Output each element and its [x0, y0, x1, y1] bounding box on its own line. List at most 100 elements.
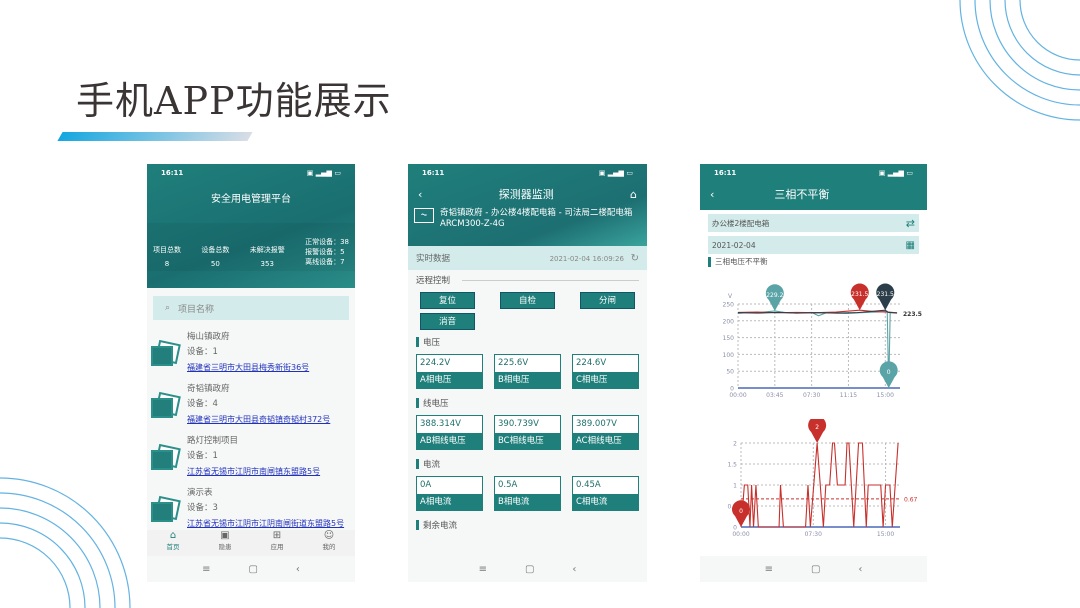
system-nav-bar: ≡ ▢ ‹ — [700, 556, 927, 582]
section-heading: 线电压 — [408, 393, 647, 413]
home-square-icon[interactable]: ▢ — [248, 564, 257, 575]
section-heading: 剩余电流 — [408, 515, 647, 535]
device-value: 办公楼2楼配电箱 — [712, 218, 769, 229]
x-tick-label: 00:00 — [729, 392, 746, 399]
home-square-icon[interactable]: ▢ — [525, 564, 534, 575]
y-tick-label: 100 — [723, 352, 735, 359]
reset-button[interactable]: 复位 — [420, 292, 475, 309]
status-normal: 正常设备：38 — [305, 237, 349, 247]
reading-label: A相电压 — [417, 372, 482, 388]
section-heading: 电流 — [408, 454, 647, 474]
menu-icon[interactable]: ≡ — [765, 564, 773, 575]
search-input[interactable]: ⌕ 项目名称 — [153, 296, 349, 320]
screen-title: 三相不平衡 — [774, 186, 829, 202]
tab-hazards[interactable]: ▣隐患 — [219, 530, 232, 556]
project-device-count: 设备：4 — [187, 397, 330, 412]
reading-value: 224.2V — [417, 355, 482, 372]
voltage-chart: 05010015020025000:0003:4507:3011:1515:00… — [700, 282, 927, 402]
back-icon[interactable]: ‹ — [858, 564, 862, 575]
decorative-arc — [990, 0, 1080, 90]
timestamp: 2021-02-04 16:09:26 — [550, 255, 624, 263]
tab-profile[interactable]: ☺我的 — [323, 530, 336, 556]
calendar-icon[interactable]: ▦ — [906, 240, 915, 251]
trip-button[interactable]: 分闸 — [580, 292, 635, 309]
stat-value: 353 — [250, 257, 285, 271]
stat-label: 项目总数 — [153, 243, 181, 257]
project-list-item[interactable]: 路灯控制项目设备：1江苏省无锡市江阴市南闸镇东盟路5号 — [147, 432, 355, 484]
project-list-item[interactable]: 梅山镇政府设备：1福建省三明市大田县梅秀新街36号 — [147, 328, 355, 380]
unbalance-chart: 00.511.5200:0007:3015:000.6720 — [700, 419, 927, 549]
swap-icon[interactable]: ⇄ — [906, 217, 915, 230]
home-icon: ⌂ — [167, 530, 180, 541]
grid-icon: ⊞ — [271, 530, 284, 541]
self-test-button[interactable]: 自检 — [500, 292, 555, 309]
project-name: 路灯控制项目 — [187, 434, 320, 449]
marker-label: 229.2 — [766, 292, 783, 299]
app-title: 安全用电管理平台 — [147, 182, 355, 205]
tab-label: 我的 — [323, 541, 336, 551]
stats-panel: 项目总数8 设备总数50 未解决报警353 正常设备：38报警设备：5离线设备：… — [147, 223, 355, 271]
home-square-icon[interactable]: ▢ — [811, 564, 820, 575]
search-icon: ⌕ — [165, 303, 170, 313]
decorative-arc — [1020, 0, 1080, 60]
project-device-count: 设备：3 — [187, 501, 344, 516]
marker-label: 231.5 — [851, 291, 868, 298]
date-picker[interactable]: 2021-02-04▦ — [708, 236, 919, 254]
back-icon[interactable]: ‹ — [296, 564, 300, 575]
reading-label: C相电流 — [573, 494, 638, 510]
y-tick-label: 1.5 — [727, 462, 737, 469]
reading-value: 0A — [417, 477, 482, 494]
project-icon — [151, 448, 181, 472]
reading-value: 225.6V — [495, 355, 560, 372]
device-select[interactable]: 办公楼2楼配电箱 ⇄ — [708, 214, 919, 232]
device-status-list: 正常设备：38报警设备：5离线设备：7 — [305, 237, 349, 271]
unbalance-header: 16:11▣ ▂▄▆ ▭ ‹三相不平衡 — [700, 164, 927, 210]
project-address-link[interactable]: 江苏省无锡市江阴市南闸镇东盟路5号 — [187, 464, 320, 479]
reading-label: AC相线电压 — [573, 433, 638, 449]
y-tick-label: 2 — [733, 441, 737, 448]
stat-devices: 设备总数50 — [201, 243, 229, 271]
x-tick-label: 00:00 — [732, 531, 749, 538]
project-address-link[interactable]: 福建省三明市大田县梅秀新街36号 — [187, 360, 309, 375]
tab-label: 首页 — [167, 541, 180, 551]
device-model: ARCM300-Z-4G — [440, 219, 632, 230]
status-time: 16:11 — [422, 169, 444, 177]
back-button[interactable]: ‹ — [710, 188, 714, 201]
decorative-arc — [0, 523, 85, 608]
reading-value: 388.314V — [417, 416, 482, 433]
mute-button[interactable]: 消音 — [420, 313, 475, 330]
reading-card: 224.2VA相电压 — [416, 354, 483, 389]
refresh-icon[interactable]: ↻ — [631, 253, 639, 264]
status-alarm: 报警设备：5 — [305, 247, 349, 257]
average-label: 0.67 — [904, 496, 918, 503]
decorative-arc — [0, 478, 130, 608]
tab-apps[interactable]: ⊞应用 — [271, 530, 284, 556]
tab-home[interactable]: ⌂首页 — [167, 530, 180, 556]
remote-control-heading: 远程控制 — [408, 270, 647, 290]
project-list-item[interactable]: 奇韬镇政府设备：4福建省三明市大田县奇韬镇奇韬村372号 — [147, 380, 355, 432]
stat-projects: 项目总数8 — [153, 243, 181, 271]
section-heading: 电压 — [408, 332, 647, 352]
back-icon[interactable]: ‹ — [572, 564, 576, 575]
project-address-link[interactable]: 福建省三明市大田县奇韬镇奇韬村372号 — [187, 412, 330, 427]
menu-icon[interactable]: ≡ — [202, 564, 210, 575]
reading-value: 0.45A — [573, 477, 638, 494]
project-address-link[interactable]: 江苏省无锡市江阴市江阴南闸街道东盟路5号 — [187, 516, 344, 531]
project-list-item[interactable]: 演示表设备：3江苏省无锡市江阴市江阴南闸街道东盟路5号 — [147, 484, 355, 536]
y-tick-label: 250 — [723, 302, 735, 309]
stat-alarms: 未解决报警353 — [250, 243, 285, 271]
back-button[interactable]: ‹ — [418, 188, 422, 201]
stat-value: 50 — [201, 257, 229, 271]
x-tick-label: 15:00 — [877, 531, 894, 538]
y-tick-label: 50 — [726, 369, 734, 376]
search-placeholder: 项目名称 — [178, 302, 214, 315]
realtime-bar: 实时数据2021-02-04 16:09:26 ↻ — [408, 246, 647, 270]
menu-icon[interactable]: ≡ — [479, 564, 487, 575]
series-line-A — [738, 311, 897, 388]
project-icon — [151, 500, 181, 524]
home-header: 16:11▣ ▂▄▆ ▭ 安全用电管理平台 项目总数8 设备总数50 未解决报警… — [147, 164, 355, 288]
home-icon[interactable]: ⌂ — [630, 188, 637, 201]
reading-card: 390.739VBC相线电压 — [494, 415, 561, 450]
reading-value: 390.739V — [495, 416, 560, 433]
project-icon — [151, 396, 181, 420]
